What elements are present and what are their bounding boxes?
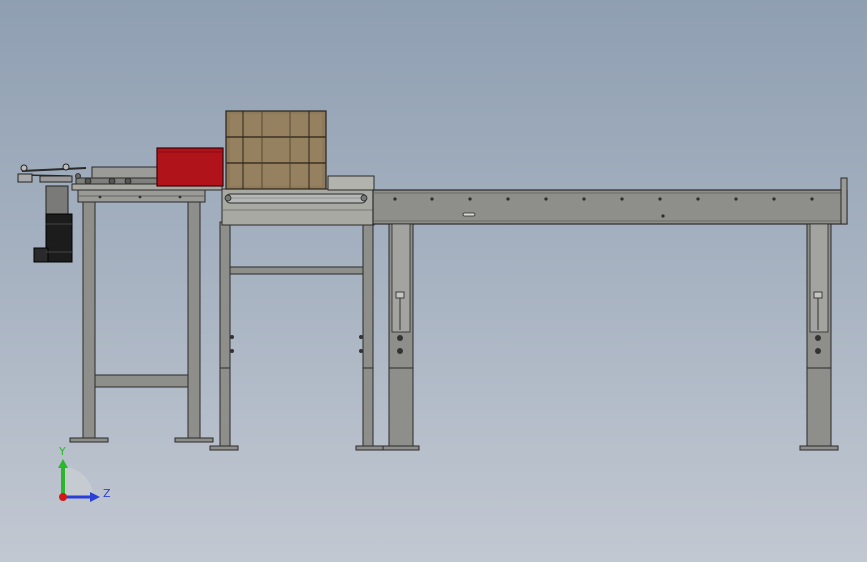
cad-viewport[interactable]: Y Z xyxy=(0,0,867,562)
motor-body xyxy=(45,213,73,263)
infeed-leg-rear xyxy=(362,221,374,449)
axis-triad-icon[interactable]: Y Z xyxy=(58,445,111,502)
servo-motor xyxy=(33,185,73,263)
fixture-plate xyxy=(75,166,159,185)
left-table-foot-front xyxy=(69,437,109,443)
axis-z-label: Z xyxy=(103,487,111,500)
infeed-roller xyxy=(225,193,367,204)
conveyor-end-cap xyxy=(840,177,848,225)
axis-y-label: Y xyxy=(58,445,66,458)
infeed-leg-front xyxy=(219,221,231,449)
left-table-foot-rear xyxy=(174,437,214,443)
conveyor-side-rail xyxy=(372,189,848,225)
red-workpiece-box xyxy=(156,147,224,187)
conveyor-assembly-drawing: Y Z xyxy=(17,110,848,502)
left-table-lower-crossbar xyxy=(94,374,189,388)
left-workstation-table xyxy=(69,183,223,443)
left-table-leg-front xyxy=(82,201,96,441)
main-conveyor xyxy=(372,177,848,225)
infeed-roller-frame xyxy=(209,175,385,451)
conveyor-support-leg-1 xyxy=(382,223,420,451)
conveyor-support-leg-2 xyxy=(799,223,839,451)
cardboard-box-stack xyxy=(225,110,327,190)
conveyor-slot xyxy=(462,212,476,217)
infeed-crossbar xyxy=(229,266,364,275)
left-table-leg-rear xyxy=(187,201,201,441)
